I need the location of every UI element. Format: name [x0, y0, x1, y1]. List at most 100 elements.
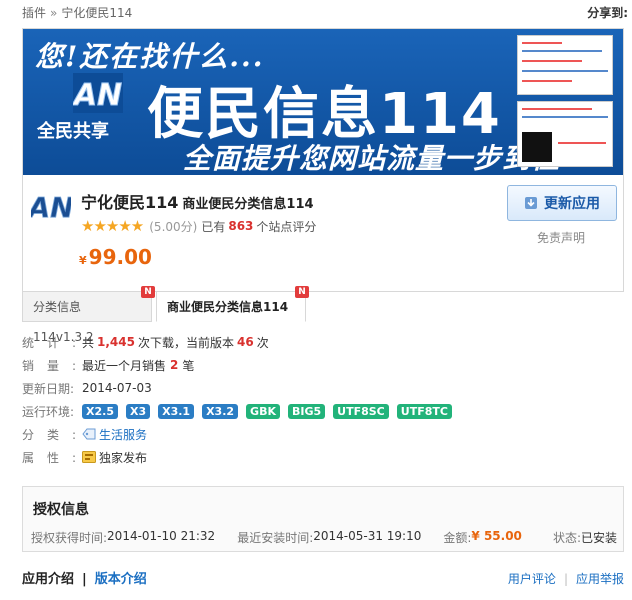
meta-stats-label: 统计: — [22, 335, 76, 350]
app-info: AN 宁化便民114商业便民分类信息114 ★★★★★ (5.00分) 已有 8… — [23, 175, 623, 291]
price-currency: ¥ — [79, 254, 87, 267]
app-name: 宁化便民114 — [81, 193, 179, 212]
breadcrumb-separator: » — [50, 6, 58, 20]
price-value: 99.00 — [88, 245, 152, 269]
user-reviews-link[interactable]: 用户评论 — [508, 572, 556, 586]
banner-logo-text: AN — [73, 78, 122, 113]
license-info-title: 授权信息 — [33, 502, 89, 518]
tab-label: 商业便民分类信息114 — [167, 300, 289, 314]
breadcrumb-current: 宁化便民114 — [61, 6, 133, 20]
meta-attribute-row: 属性: 独家发布 — [22, 447, 147, 467]
meta-env-row: 运行环境: X2.5 X3 X3.1 X3.2 GBK BIG5 UTF8SC … — [22, 401, 460, 421]
tab-version-2[interactable]: 商业便民分类信息114 N — [156, 286, 309, 322]
env-tag[interactable]: BIG5 — [287, 403, 326, 419]
thumb-line — [522, 42, 562, 44]
obtained-label: 授权获得时间: — [31, 531, 108, 545]
status-label: 状态: — [552, 531, 581, 545]
license-info-row: 授权获得时间: 2014-01-10 21:32 最近安装时间: 2014-05… — [31, 529, 617, 546]
sales-suffix: 笔 — [182, 358, 195, 373]
version-tabs: 分类信息114v1.3.2 N 商业便民分类信息114 N — [22, 286, 624, 344]
app-card: 您!还在找什么... AN 全民共享 便民信息114 全面提升您网站流量一步到位… — [22, 28, 624, 292]
env-tag[interactable]: GBK — [246, 403, 280, 419]
meta-category-row: 分类: 生活服务 — [22, 424, 147, 444]
env-tag[interactable]: X3.1 — [158, 403, 195, 419]
env-tag[interactable]: X2.5 — [82, 403, 118, 419]
thumb-line — [522, 116, 608, 118]
meta-sales-row: 销量: 最近一个月销售 2 笔 — [22, 355, 194, 375]
tag-icon — [82, 428, 96, 440]
meta-category-label: 分类: — [22, 427, 76, 442]
rating-score: (5.00分) — [149, 219, 198, 234]
thumb-line — [522, 70, 608, 72]
thumb-line — [522, 60, 582, 62]
share-label[interactable]: 分享到: — [587, 4, 628, 21]
thumb-line — [522, 80, 572, 82]
rating-prefix: 已有 — [201, 219, 226, 234]
disclaimer-link[interactable]: 免责声明 — [537, 229, 585, 246]
app-subtitle: 商业便民分类信息114 — [182, 197, 314, 212]
amount-value: ¥ 55.00 — [471, 529, 522, 543]
sales-count: 2 — [170, 358, 179, 372]
env-tag[interactable]: UTF8SC — [333, 403, 389, 419]
env-tag[interactable]: UTF8TC — [396, 403, 452, 419]
new-badge: N — [295, 286, 309, 298]
star-rating-icon: ★★★★★ — [81, 217, 144, 235]
update-date: 2014-07-03 — [82, 381, 152, 395]
installed-time: 2014-05-31 19:10 — [313, 529, 422, 543]
meta-sales-label: 销量: — [22, 358, 76, 373]
banner-sub-slogan: 全面提升您网站流量一步到位 — [183, 142, 561, 175]
obtained-time: 2014-01-10 21:32 — [107, 529, 216, 543]
thumb-dark-block — [522, 132, 552, 162]
tab-version-1[interactable]: 分类信息114v1.3.2 N — [22, 286, 155, 344]
rating-suffix: 个站点评分 — [256, 219, 317, 234]
banner-share-text: 全民共享 — [37, 121, 109, 142]
stats-suffix: 次 — [256, 335, 269, 350]
rating-count: 863 — [228, 219, 254, 233]
detail-tabs-right: 用户评论 | 应用举报 — [508, 570, 624, 587]
stats-prefix: 共 — [82, 335, 95, 350]
update-app-button[interactable]: 更新应用 — [507, 185, 617, 221]
sales-prefix: 最近一个月销售 — [82, 358, 167, 373]
detail-tabs-left: 应用介绍 | 版本介绍 — [22, 568, 147, 587]
tab-separator: | — [82, 572, 87, 587]
env-tag[interactable]: X3 — [125, 403, 151, 419]
meta-env-label: 运行环境: — [22, 404, 75, 419]
stats-mid: 次下载，当前版本 — [137, 335, 234, 350]
tab-app-intro[interactable]: 应用介绍 — [22, 572, 74, 587]
rating-row: ★★★★★ (5.00分) 已有 863 个站点评分 — [81, 217, 316, 235]
app-title: 宁化便民114 商业便民分类信息114 — [81, 189, 314, 213]
breadcrumb-plugins[interactable]: 插件 — [22, 6, 46, 20]
detail-tabs: 应用介绍 | 版本介绍 用户评论 | 应用举报 — [22, 568, 624, 590]
thumb-line — [522, 50, 602, 52]
download-count: 1,445 — [97, 335, 135, 349]
breadcrumb: 插件 » 宁化便民114 — [22, 4, 132, 21]
installed-label: 最近安装时间: — [237, 531, 314, 545]
link-separator: | — [563, 572, 568, 586]
meta-attribute-label: 属性: — [22, 450, 76, 465]
meta-date-row: 更新日期: 2014-07-03 — [22, 378, 152, 398]
status-value: 已安装 — [580, 531, 617, 545]
app-banner: 您!还在找什么... AN 全民共享 便民信息114 全面提升您网站流量一步到位 — [23, 29, 623, 175]
report-link[interactable]: 应用举报 — [576, 572, 624, 586]
category-link[interactable]: 生活服务 — [99, 426, 147, 443]
top-bar: 插件 » 宁化便民114 分享到: — [0, 0, 632, 24]
amount-label: 金额: — [443, 531, 472, 545]
banner-screenshot-thumb — [517, 101, 613, 167]
app-logo-icon: AN — [31, 191, 71, 223]
meta-stats-row: 统计: 共 1,445 次下载，当前版本 46 次 — [22, 332, 269, 352]
update-app-label: 更新应用 — [544, 196, 600, 212]
tab-version-intro[interactable]: 版本介绍 — [95, 572, 147, 587]
thumb-line — [522, 108, 592, 110]
exclusive-icon — [82, 451, 96, 463]
license-info-panel: 授权信息 授权获得时间: 2014-01-10 21:32 最近安装时间: 20… — [22, 486, 624, 552]
env-tag[interactable]: X3.2 — [202, 403, 239, 419]
app-logo-text: AN — [31, 191, 71, 223]
download-icon — [525, 197, 537, 209]
app-price: ¥99.00 — [79, 245, 152, 269]
thumb-line — [558, 142, 606, 144]
new-badge: N — [141, 286, 155, 298]
attribute-value: 独家发布 — [99, 450, 148, 465]
meta-date-label: 更新日期: — [22, 381, 75, 396]
version-download-count: 46 — [237, 335, 254, 349]
banner-screenshot-thumb — [517, 35, 613, 95]
